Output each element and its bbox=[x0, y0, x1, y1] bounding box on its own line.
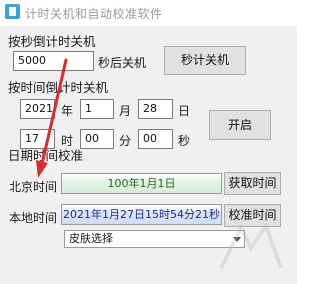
month-unit-label: 月 bbox=[119, 104, 132, 118]
minute-input[interactable]: 00 bbox=[80, 129, 114, 149]
year-input[interactable]: 2021 bbox=[20, 99, 55, 119]
time-heading: 按时间倒计时关机 bbox=[8, 80, 109, 95]
local-time-display: 2021年1月27日15时54分21秒 bbox=[61, 204, 222, 225]
year-unit-label: 年 bbox=[61, 104, 74, 118]
watermark-logo bbox=[219, 221, 283, 269]
local-time-label: 本地时间 bbox=[9, 211, 58, 225]
beijing-time-display: 100年1月1日 bbox=[61, 173, 222, 194]
beijing-time-label: 北京时间 bbox=[9, 180, 58, 194]
day-unit-label: 日 bbox=[178, 104, 191, 118]
seconds-suffix-label: 秒后关机 bbox=[98, 56, 147, 70]
get-time-button[interactable]: 获取时间 bbox=[224, 172, 281, 195]
second-input[interactable]: 00 bbox=[138, 129, 173, 149]
window-title: 计时关机和自动校准软件 bbox=[25, 7, 163, 21]
second-unit-label: 秒 bbox=[178, 134, 191, 148]
title-bar: 计时关机和自动校准软件 bbox=[0, 0, 297, 26]
skin-select-value: 皮肤选择 bbox=[69, 232, 113, 245]
start-button[interactable]: 开启 bbox=[209, 110, 271, 140]
app-icon bbox=[5, 4, 20, 19]
countdown-heading: 按秒倒计时关机 bbox=[8, 34, 96, 49]
seconds-shutdown-button[interactable]: 秒计关机 bbox=[164, 46, 246, 75]
month-input[interactable]: 1 bbox=[80, 99, 114, 119]
day-input[interactable]: 28 bbox=[138, 99, 173, 119]
main-panel: 按秒倒计时关机 5000 秒后关机 秒计关机 按时间倒计时关机 2021 年 1… bbox=[0, 26, 297, 284]
calibration-heading: 日期时间校准 bbox=[8, 148, 84, 163]
seconds-input[interactable]: 5000 bbox=[13, 51, 94, 71]
minute-unit-label: 分 bbox=[119, 134, 132, 148]
